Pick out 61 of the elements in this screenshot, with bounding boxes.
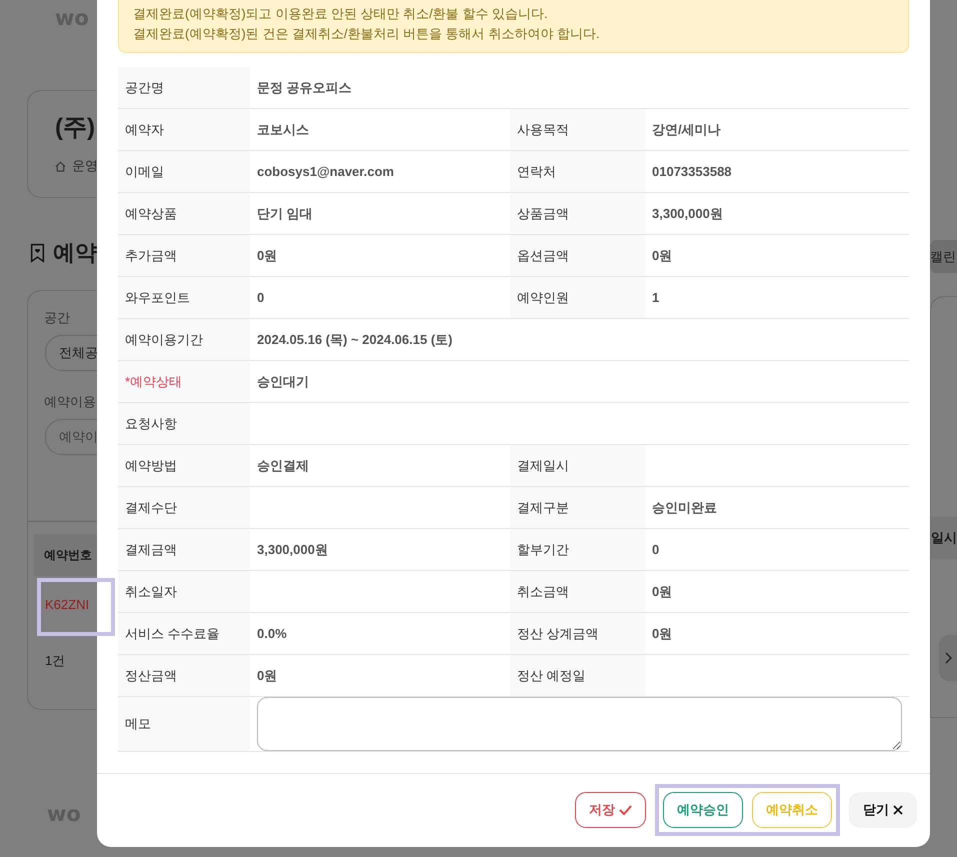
- chevron-right-icon: [945, 652, 953, 664]
- field-label: 예약자: [118, 108, 250, 150]
- section-title: 예약: [53, 239, 97, 267]
- approve-button[interactable]: 예약승인: [663, 792, 743, 828]
- field-label: 서비스 수수료율: [118, 612, 250, 654]
- check-icon: [619, 805, 632, 815]
- field-label: 취소금액: [510, 570, 645, 612]
- field-label: 요청사항: [118, 402, 250, 444]
- field-label: 예약방법: [118, 444, 250, 486]
- field-label: 사용목적: [510, 108, 645, 150]
- field-label: 결제구분: [510, 486, 645, 528]
- field-label: 예약상품: [118, 192, 250, 234]
- field-label: 메모: [118, 696, 250, 752]
- field-label: 정산 예정일: [510, 654, 645, 696]
- filter-label: 공간: [44, 309, 71, 327]
- filter-label: 예약이용: [44, 393, 97, 411]
- field-label: 공간명: [118, 67, 250, 108]
- field-value: 1: [645, 276, 910, 318]
- company-name: (주): [55, 113, 96, 143]
- field-value: 0원: [645, 570, 910, 612]
- notice-text: 결제완료(예약확정)되고 이용완료 안된 상태만 취소/환불 할수 있습니다.: [133, 5, 549, 23]
- column-header: 예약번호: [34, 534, 97, 576]
- field-label: 상품금액: [510, 192, 645, 234]
- notice-text: 결제완료(예약확정)된 건은 결제취소/환불처리 버튼을 통해서 취소하여야 합니다.: [133, 25, 601, 43]
- field-value: 문정 공유오피스: [250, 67, 910, 108]
- field-label: 옵션금액: [510, 234, 645, 276]
- field-label: 결제수단: [118, 486, 250, 528]
- field-value: 0: [645, 528, 910, 570]
- save-button[interactable]: 저장: [575, 792, 646, 828]
- field-label: 추가금액: [118, 234, 250, 276]
- field-label: 결제일시: [510, 444, 645, 486]
- calendar-button[interactable]: 캘린: [930, 240, 957, 273]
- close-button[interactable]: 닫기: [849, 792, 917, 828]
- bookmark-icon: [30, 242, 45, 264]
- home-icon: [55, 160, 66, 172]
- field-value: 승인대기: [250, 360, 910, 402]
- field-value: 0원: [645, 612, 910, 654]
- field-label: 취소일자: [118, 570, 250, 612]
- memo-field[interactable]: [257, 697, 902, 751]
- field-label: 할부기간: [510, 528, 645, 570]
- field-value: 3,300,000원: [645, 192, 910, 234]
- field-label: 결제금액: [118, 528, 250, 570]
- field-label: 정산금액: [118, 654, 250, 696]
- close-icon: [893, 805, 903, 815]
- field-label: 예약인원: [510, 276, 645, 318]
- field-label: *예약상태: [118, 360, 250, 402]
- field-label: 와우포인트: [118, 276, 250, 318]
- field-value: 0원: [645, 234, 910, 276]
- field-label: 예약이용기간: [118, 318, 250, 360]
- field-value: 01073353588: [645, 150, 910, 192]
- column-header: 일시: [931, 517, 957, 559]
- field-value: 강연/세미나: [645, 108, 910, 150]
- reservation-number-link[interactable]: K62ZNI: [45, 596, 90, 612]
- field-label: 정산 상계금액: [510, 612, 645, 654]
- field-value: 승인미완료: [645, 486, 910, 528]
- field-label: 연락처: [510, 150, 645, 192]
- breadcrumb-link[interactable]: 운영: [72, 157, 97, 175]
- field-label: 이메일: [118, 150, 250, 192]
- result-count: 1건: [45, 652, 66, 670]
- field-value: 2024.05.16 (목) ~ 2024.06.15 (토): [250, 318, 910, 360]
- cancel-button[interactable]: 예약취소: [752, 792, 832, 828]
